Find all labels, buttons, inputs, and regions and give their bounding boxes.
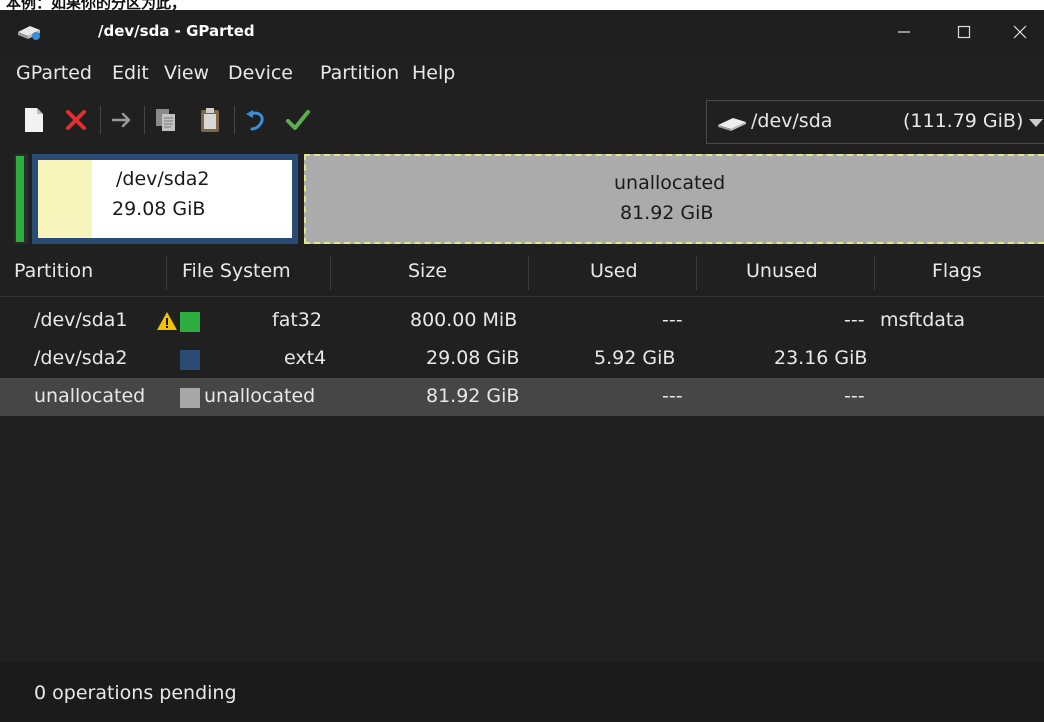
- visual-partition-sda1[interactable]: [14, 154, 28, 244]
- unused-value: 23.16 GiB: [774, 347, 868, 369]
- table-row[interactable]: /dev/sda1 fat32 800.00 MiB --- --- msftd…: [0, 302, 1044, 340]
- disk-icon: [717, 115, 747, 135]
- table-row[interactable]: unallocated unallocated 81.92 GiB --- --…: [0, 378, 1044, 416]
- column-separator: [330, 256, 331, 290]
- toolbar-separator: [100, 106, 101, 134]
- toolbar-separator: [144, 106, 145, 134]
- device-selector[interactable]: /dev/sda (111.79 GiB): [706, 100, 1044, 144]
- resize-move-button[interactable]: [106, 104, 138, 136]
- copy-button[interactable]: [150, 104, 182, 136]
- copy-icon: [156, 109, 175, 131]
- apply-button[interactable]: [282, 104, 314, 136]
- column-file-system[interactable]: File System: [182, 260, 291, 282]
- sda2-visual-size: 29.08 GiB: [112, 198, 206, 220]
- size-value: 81.92 GiB: [426, 385, 520, 407]
- delete-button[interactable]: [60, 104, 92, 136]
- used-value: 5.92 GiB: [594, 347, 676, 369]
- column-separator: [874, 256, 875, 290]
- paste-button[interactable]: [194, 104, 226, 136]
- new-partition-icon: [25, 108, 43, 132]
- title-bar: /dev/sda - GParted: [0, 10, 1044, 54]
- column-size[interactable]: Size: [408, 260, 447, 282]
- table-row[interactable]: /dev/sda2 ext4 29.08 GiB 5.92 GiB 23.16 …: [0, 340, 1044, 378]
- menu-device[interactable]: Device: [228, 62, 293, 84]
- partition-name: unallocated: [34, 385, 146, 407]
- unallocated-visual-size: 81.92 GiB: [620, 202, 714, 224]
- undo-button[interactable]: [240, 104, 272, 136]
- table-header: Partition File System Size Used Unused F…: [0, 250, 1044, 297]
- maximize-button[interactable]: [940, 10, 988, 54]
- device-name: /dev/sda: [751, 110, 833, 132]
- dropdown-arrow-icon: [1029, 119, 1043, 127]
- apply-icon: [286, 110, 310, 130]
- partition-name: /dev/sda2: [34, 347, 128, 369]
- status-bar: 0 operations pending: [0, 662, 1044, 722]
- column-separator: [166, 256, 167, 290]
- column-separator: [696, 256, 697, 290]
- filesystem-color-swatch: [180, 312, 200, 332]
- menu-edit[interactable]: Edit: [112, 62, 149, 84]
- paste-icon: [201, 108, 219, 132]
- filesystem-color-swatch: [180, 388, 200, 408]
- filesystem-label: unallocated: [204, 385, 316, 407]
- filesystem-label: ext4: [284, 347, 327, 369]
- partition-table: Partition File System Size Used Unused F…: [0, 250, 1044, 662]
- unused-value: ---: [844, 309, 865, 331]
- close-icon: [1013, 25, 1027, 39]
- toolbar: /dev/sda (111.79 GiB): [0, 94, 1044, 146]
- size-value: 800.00 MiB: [410, 309, 518, 331]
- menu-gparted[interactable]: GParted: [16, 62, 92, 84]
- column-partition[interactable]: Partition: [14, 260, 93, 282]
- partition-visual-bar: /dev/sda2 29.08 GiB unallocated 81.92 Gi…: [0, 146, 1044, 250]
- gparted-app-icon: [16, 22, 42, 46]
- sda2-used-area: [38, 160, 92, 238]
- menu-bar: GParted Edit View Device Partition Help: [0, 54, 1044, 94]
- used-value: ---: [662, 385, 683, 407]
- column-separator: [528, 256, 529, 290]
- column-used[interactable]: Used: [590, 260, 638, 282]
- sda1-fill: [16, 156, 24, 242]
- size-value: 29.08 GiB: [426, 347, 520, 369]
- filesystem-label: fat32: [272, 309, 322, 331]
- visual-partition-unallocated[interactable]: unallocated 81.92 GiB: [304, 154, 1044, 244]
- close-button[interactable]: [996, 10, 1044, 54]
- minimize-icon: [898, 31, 910, 33]
- filesystem-color-swatch: [180, 350, 200, 370]
- partition-name: /dev/sda1: [34, 309, 128, 331]
- status-text: 0 operations pending: [34, 682, 237, 704]
- column-unused[interactable]: Unused: [746, 260, 818, 282]
- undo-icon: [246, 110, 264, 131]
- column-flags[interactable]: Flags: [932, 260, 982, 282]
- menu-partition[interactable]: Partition: [320, 62, 399, 84]
- device-size: (111.79 GiB): [903, 110, 1024, 132]
- warning-icon: [156, 311, 178, 335]
- caption-text: 本例：如果你的分区为此，: [6, 0, 187, 10]
- unallocated-visual-name: unallocated: [614, 172, 726, 194]
- delete-icon: [66, 110, 86, 130]
- sda2-visual-name: /dev/sda2: [116, 168, 210, 190]
- visual-partition-sda2[interactable]: /dev/sda2 29.08 GiB: [32, 154, 298, 244]
- window-title: /dev/sda - GParted: [98, 22, 255, 40]
- toolbar-separator: [234, 106, 235, 134]
- resize-move-icon: [111, 112, 131, 128]
- menu-view[interactable]: View: [164, 62, 209, 84]
- page-caption: 本例：如果你的分区为此，: [0, 0, 1044, 10]
- flags-value: msftdata: [880, 309, 966, 331]
- new-partition-button[interactable]: [18, 104, 50, 136]
- minimize-button[interactable]: [880, 10, 928, 54]
- used-value: ---: [662, 309, 683, 331]
- gparted-window: /dev/sda - GParted GParted Edit View Dev…: [0, 10, 1044, 722]
- menu-help[interactable]: Help: [412, 62, 455, 84]
- maximize-icon: [957, 25, 971, 39]
- unused-value: ---: [844, 385, 865, 407]
